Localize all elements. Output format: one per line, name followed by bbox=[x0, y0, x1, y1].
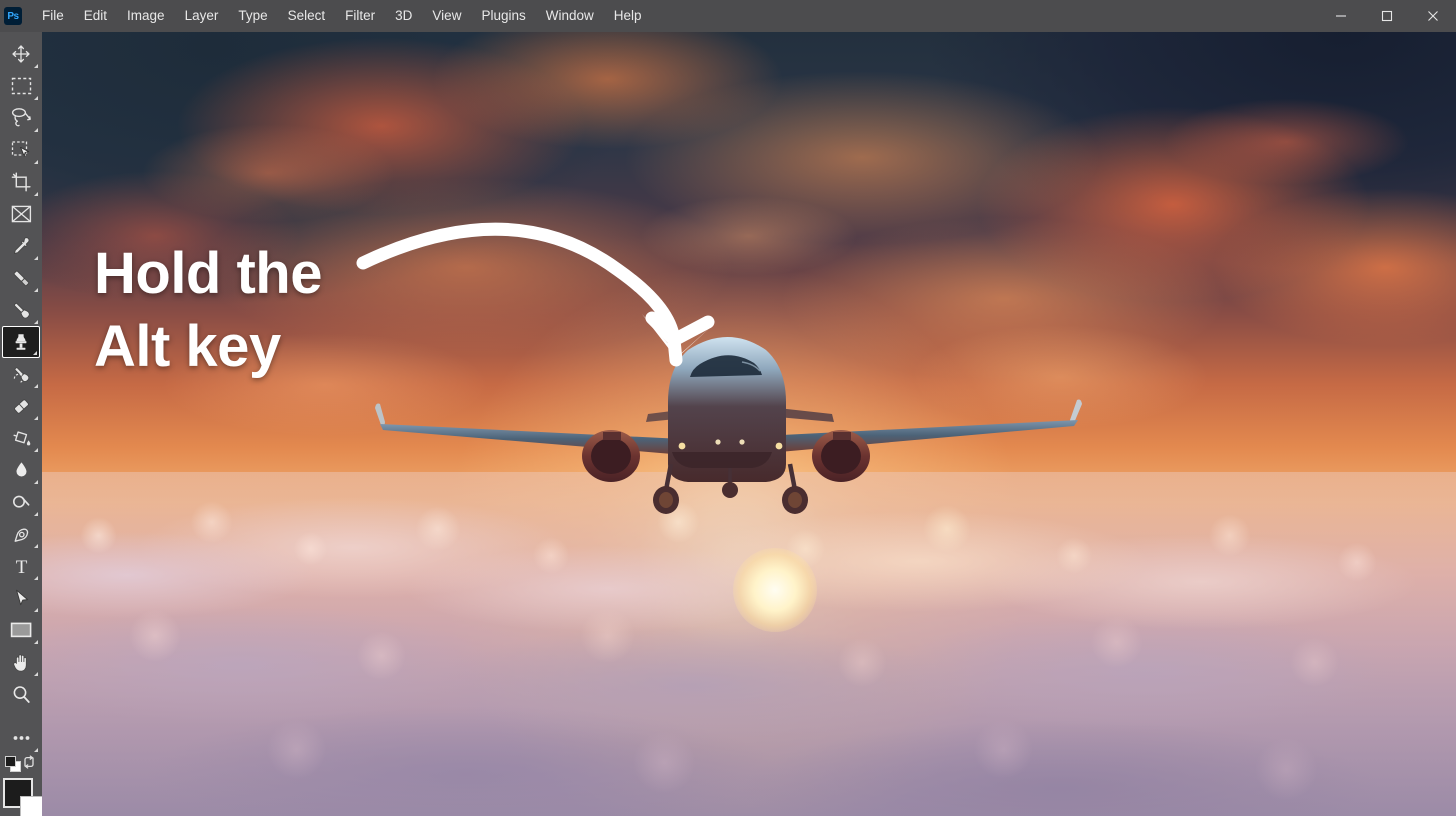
menu-bar: Ps File Edit Image Layer Type Select Fil… bbox=[0, 0, 1456, 32]
menu-item-image[interactable]: Image bbox=[117, 0, 175, 32]
tool-spot-healing-brush[interactable] bbox=[2, 262, 40, 294]
flyout-triangle-icon bbox=[34, 256, 38, 260]
maximize-icon[interactable] bbox=[1364, 0, 1410, 32]
tool-paint-bucket[interactable] bbox=[2, 422, 40, 454]
flyout-triangle-icon bbox=[34, 384, 38, 388]
tool-zoom-magnifier[interactable] bbox=[2, 678, 40, 710]
swap-colors-icon[interactable] bbox=[22, 755, 36, 774]
tool-blur-droplet[interactable] bbox=[2, 454, 40, 486]
flyout-triangle-icon bbox=[34, 416, 38, 420]
image-canvas[interactable]: Hold the Alt key bbox=[42, 32, 1456, 816]
flyout-triangle-icon bbox=[34, 320, 38, 324]
tool-path-selection[interactable] bbox=[2, 582, 40, 614]
menu-item-view[interactable]: View bbox=[422, 0, 471, 32]
tool-hand[interactable] bbox=[2, 646, 40, 678]
menu-item-filter[interactable]: Filter bbox=[335, 0, 385, 32]
menu-item-select[interactable]: Select bbox=[278, 0, 336, 32]
tool-frame[interactable] bbox=[2, 198, 40, 230]
flyout-triangle-icon bbox=[34, 448, 38, 452]
menu-item-window[interactable]: Window bbox=[536, 0, 604, 32]
tool-move[interactable] bbox=[2, 38, 40, 70]
tool-crop[interactable] bbox=[2, 166, 40, 198]
tool-history-brush[interactable] bbox=[2, 358, 40, 390]
tool-clone-stamp[interactable] bbox=[2, 326, 40, 358]
menu-item-3d[interactable]: 3D bbox=[385, 0, 422, 32]
tool-eraser[interactable] bbox=[2, 390, 40, 422]
tool-lasso[interactable] bbox=[2, 102, 40, 134]
tool-edit-toolbar-ellipsis[interactable] bbox=[2, 722, 40, 754]
menu-item-file[interactable]: File bbox=[32, 0, 74, 32]
flyout-triangle-icon bbox=[34, 160, 38, 164]
photoshop-logo-icon: Ps bbox=[4, 7, 22, 25]
close-icon[interactable] bbox=[1410, 0, 1456, 32]
default-colors-icon[interactable] bbox=[5, 756, 21, 772]
flyout-triangle-icon bbox=[34, 512, 38, 516]
flyout-triangle-icon bbox=[34, 748, 38, 752]
tool-type[interactable]: T bbox=[2, 550, 40, 582]
flyout-triangle-icon bbox=[34, 640, 38, 644]
tool-dodge[interactable] bbox=[2, 486, 40, 518]
menu-item-help[interactable]: Help bbox=[604, 0, 652, 32]
tool-eyedropper[interactable] bbox=[2, 230, 40, 262]
flyout-triangle-icon bbox=[34, 608, 38, 612]
window-controls bbox=[1318, 0, 1456, 32]
tools-panel: T bbox=[0, 32, 46, 816]
tool-object-selection[interactable] bbox=[2, 134, 40, 166]
menu-item-edit[interactable]: Edit bbox=[74, 0, 117, 32]
flyout-triangle-icon bbox=[33, 351, 37, 355]
svg-text:T: T bbox=[15, 557, 27, 577]
menu-item-layer[interactable]: Layer bbox=[175, 0, 229, 32]
color-swatches bbox=[0, 754, 46, 816]
tool-pen[interactable] bbox=[2, 518, 40, 550]
flyout-triangle-icon bbox=[34, 576, 38, 580]
flyout-triangle-icon bbox=[34, 192, 38, 196]
flyout-triangle-icon bbox=[34, 64, 38, 68]
flyout-triangle-icon bbox=[34, 544, 38, 548]
flyout-triangle-icon bbox=[34, 672, 38, 676]
tool-brush[interactable] bbox=[2, 294, 40, 326]
photoshop-window: Ps File Edit Image Layer Type Select Fil… bbox=[0, 0, 1456, 816]
menu-item-type[interactable]: Type bbox=[228, 0, 277, 32]
minimize-icon[interactable] bbox=[1318, 0, 1364, 32]
menu-item-plugins[interactable]: Plugins bbox=[471, 0, 535, 32]
tool-rectangular-marquee[interactable] bbox=[2, 70, 40, 102]
flyout-triangle-icon bbox=[34, 288, 38, 292]
flyout-triangle-icon bbox=[34, 128, 38, 132]
tool-rectangle-shape[interactable] bbox=[2, 614, 40, 646]
flyout-triangle-icon bbox=[34, 480, 38, 484]
airplane-graphic bbox=[375, 337, 1082, 514]
flyout-triangle-icon bbox=[34, 96, 38, 100]
